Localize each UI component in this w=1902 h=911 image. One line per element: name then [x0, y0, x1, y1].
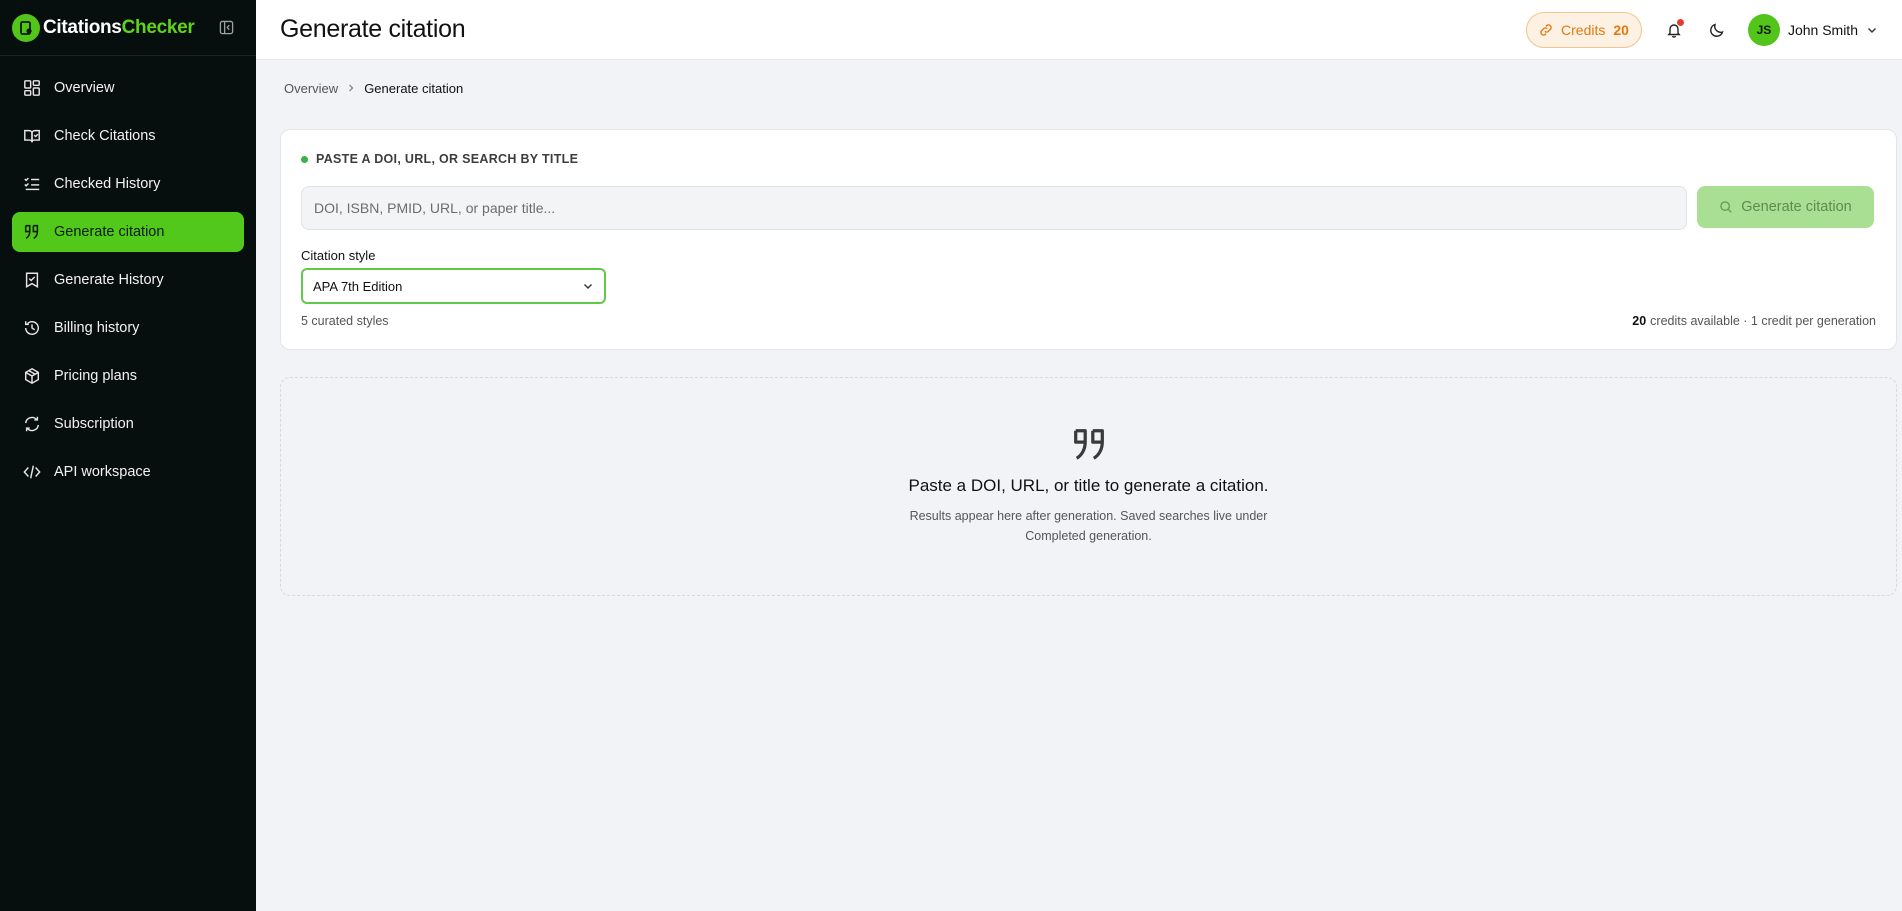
- brand-name-part1: Citations: [43, 16, 122, 38]
- section-label-text: PASTE A DOI, URL, OR SEARCH BY TITLE: [316, 152, 579, 166]
- book-check-icon: [22, 126, 42, 146]
- sidebar-item-label: Generate History: [54, 272, 164, 288]
- credits-badge[interactable]: Credits 20: [1526, 11, 1642, 48]
- sidebar-item-generate-citation[interactable]: Generate citation: [12, 212, 244, 252]
- quote-icon: [1070, 426, 1108, 464]
- sidebar-item-label: Checked History: [54, 176, 161, 192]
- sidebar-nav: Overview Check Citations Checked History…: [0, 56, 256, 492]
- search-icon: [1719, 200, 1733, 214]
- generate-button-label: Generate citation: [1741, 199, 1852, 215]
- quote-icon: [22, 222, 42, 242]
- citation-style-value: APA 7th Edition: [313, 278, 403, 294]
- sidebar-item-label: Generate citation: [54, 224, 165, 240]
- form-section-label: PASTE A DOI, URL, OR SEARCH BY TITLE: [301, 152, 578, 166]
- user-menu[interactable]: JS John Smith: [1747, 13, 1878, 46]
- history-icon: [22, 318, 42, 338]
- citation-search-input[interactable]: [301, 186, 1687, 230]
- sidebar-item-label: Subscription: [54, 416, 134, 432]
- sidebar-item-api-workspace[interactable]: API workspace: [12, 452, 244, 492]
- empty-state-description: Results appear here after generation. Sa…: [909, 509, 1268, 543]
- chevron-down-icon: [1866, 24, 1878, 36]
- header-actions: Credits 20 JS John Smith: [1526, 11, 1878, 48]
- credits-available-number: 20: [1632, 314, 1647, 328]
- code-icon: [22, 462, 42, 482]
- moon-icon: [1709, 22, 1725, 38]
- empty-state-title: Paste a DOI, URL, or title to generate a…: [908, 476, 1269, 495]
- citation-form-card: PASTE A DOI, URL, OR SEARCH BY TITLE Gen…: [280, 129, 1897, 350]
- brand-name-part2: Checker: [121, 16, 195, 38]
- notification-dot: [1676, 18, 1684, 26]
- sidebar: CitationsChecker Overview Check Citation…: [0, 0, 256, 911]
- user-name: John Smith: [1787, 21, 1858, 38]
- sidebar-item-label: Pricing plans: [54, 368, 138, 384]
- brand-name[interactable]: CitationsChecker: [43, 16, 195, 39]
- breadcrumb-overview-link[interactable]: Overview: [284, 81, 338, 96]
- sidebar-item-subscription[interactable]: Subscription: [12, 404, 244, 444]
- breadcrumb-current: Generate citation: [364, 80, 464, 96]
- link-icon: [1539, 23, 1553, 37]
- sidebar-item-billing-history[interactable]: Billing history: [12, 308, 244, 348]
- breadcrumb: Overview Generate citation: [280, 60, 1897, 116]
- brand-logo-icon[interactable]: [12, 13, 40, 42]
- citation-style-select[interactable]: APA 7th Edition: [301, 268, 606, 304]
- credits-value: 20: [1613, 21, 1629, 38]
- brand: CitationsChecker: [0, 0, 256, 56]
- refresh-icon: [22, 414, 42, 434]
- sidebar-item-check-citations[interactable]: Check Citations: [12, 116, 244, 156]
- layout-dashboard-icon: [22, 78, 42, 98]
- page-title: Generate citation: [280, 15, 466, 43]
- sidebar-item-overview[interactable]: Overview: [12, 68, 244, 108]
- sidebar-item-label: Check Citations: [54, 128, 156, 144]
- credits-label: Credits: [1561, 21, 1606, 38]
- bookmark-check-icon: [22, 270, 42, 290]
- empty-state: Paste a DOI, URL, or title to generate a…: [280, 377, 1897, 596]
- citation-style-label: Citation style: [301, 248, 376, 263]
- sidebar-item-label: Overview: [54, 80, 115, 96]
- sidebar-item-checked-history[interactable]: Checked History: [12, 164, 244, 204]
- credits-available-text: credits available · 1 credit per generat…: [1650, 314, 1876, 328]
- sidebar-item-generate-history[interactable]: Generate History: [12, 260, 244, 300]
- chevron-down-icon: [582, 280, 594, 292]
- avatar: JS: [1747, 13, 1780, 46]
- status-dot: [301, 155, 308, 163]
- curated-styles-count: 5 curated styles: [301, 314, 389, 328]
- main-content: Overview Generate citation PASTE A DOI, …: [256, 60, 1902, 911]
- sidebar-item-pricing-plans[interactable]: Pricing plans: [12, 356, 244, 396]
- sidebar-item-label: API workspace: [54, 464, 151, 480]
- top-header: Generate citation Credits 20 JS John Smi…: [256, 0, 1902, 60]
- sidebar-item-label: Billing history: [54, 320, 140, 336]
- package-icon: [22, 366, 42, 386]
- credits-available-info: 20 credits available · 1 credit per gener…: [1632, 314, 1876, 328]
- sidebar-collapse-icon[interactable]: [218, 20, 234, 36]
- theme-toggle-button[interactable]: [1703, 16, 1731, 44]
- notifications-button[interactable]: [1660, 16, 1688, 44]
- list-checks-icon: [22, 174, 42, 194]
- generate-citation-button[interactable]: Generate citation: [1697, 186, 1874, 228]
- chevron-right-icon: [346, 83, 356, 93]
